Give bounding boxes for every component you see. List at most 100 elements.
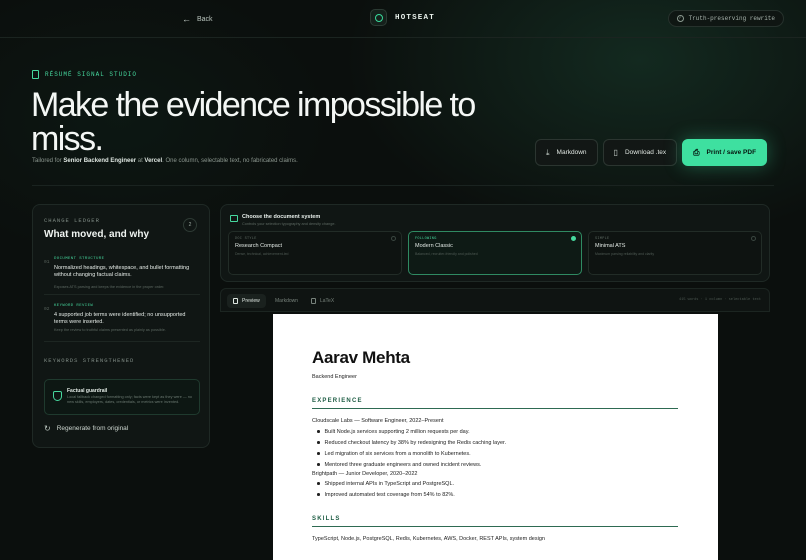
entry-text: 4 supported job terms were identified; n… bbox=[54, 312, 186, 325]
section-rule bbox=[312, 526, 678, 527]
arrow-left-icon: ← bbox=[182, 14, 191, 24]
printer-icon: ⎙ bbox=[693, 147, 700, 157]
option-kicker: FOLLOWING bbox=[415, 237, 437, 241]
option-kicker: SIMPLE bbox=[595, 237, 610, 241]
style-option-modern-classic[interactable]: FOLLOWING Modern Classic Balanced, recru… bbox=[408, 231, 582, 275]
document-icon bbox=[32, 70, 39, 79]
truth-badge: ✓ Truth-preserving rewrite bbox=[667, 10, 784, 27]
tab-preview[interactable]: Preview bbox=[227, 294, 266, 308]
list-item: Improved automated test coverage from 54… bbox=[312, 489, 455, 500]
subtitle-suffix: . One column, selectable text, no fabric… bbox=[162, 158, 298, 164]
option-kicker: DOC STYLE bbox=[235, 237, 257, 241]
resume-title: Backend Engineer bbox=[312, 374, 357, 380]
list-item: Built Node.js services supporting 2 mill… bbox=[312, 426, 506, 437]
document-system-title: Choose the document system bbox=[242, 214, 321, 220]
job-bullets: Built Node.js services supporting 2 mill… bbox=[312, 426, 507, 470]
skills-heading: SKILLS bbox=[312, 516, 341, 522]
change-ledger-panel: CHANGE LEDGER What moved, and why 2 01 D… bbox=[32, 204, 210, 448]
skills-list: TypeScript, Node.js, PostgreSQL, Redis, … bbox=[312, 536, 545, 542]
print-pdf-button[interactable]: ⎙ Print / save PDF bbox=[682, 139, 768, 166]
section-divider bbox=[32, 185, 774, 186]
target-company: Vercel bbox=[144, 158, 163, 164]
tab-latex-label: LaTeX bbox=[320, 298, 335, 304]
top-bar: ← Back HOTSEAT ✓ Truth-preserving rewrit… bbox=[0, 0, 806, 38]
resume-preview: Aarav Mehta Backend Engineer EXPERIENCE … bbox=[273, 314, 718, 560]
entry-note: Keep the review to truthful claims prese… bbox=[54, 328, 166, 332]
regenerate-button[interactable]: ↻ Regenerate from original bbox=[44, 424, 128, 433]
entry-text: Normalized headings, whitespace, and bul… bbox=[54, 265, 190, 278]
check-circle-icon: ✓ bbox=[676, 15, 684, 22]
option-description: Balanced, recruiter-friendly and polishe… bbox=[415, 252, 478, 256]
back-button[interactable]: ← Back bbox=[182, 11, 213, 27]
resume-name: Aarav Mehta bbox=[312, 348, 410, 367]
brand-logo-icon bbox=[370, 9, 387, 26]
download-icon: ⤓ bbox=[546, 147, 550, 157]
entry-divider bbox=[44, 341, 200, 342]
entry-number: 01 bbox=[44, 260, 50, 265]
back-label: Back bbox=[197, 15, 213, 23]
radio-indicator bbox=[751, 236, 756, 241]
tab-markdown-label: Markdown bbox=[275, 298, 299, 304]
entry-tag: DOCUMENT STRUCTURE bbox=[54, 257, 105, 261]
guardrail-text: Local fallback changed formatting only; … bbox=[67, 395, 192, 404]
file-icon: ▯ bbox=[613, 148, 618, 157]
brand-name: HOTSEAT bbox=[395, 13, 435, 22]
list-item: Led migration of six services from a mon… bbox=[312, 448, 506, 459]
page-title: Make the evidence impossible to miss. bbox=[31, 86, 476, 158]
document-system-subtitle: Controls your selection typography and d… bbox=[242, 222, 336, 226]
style-option-minimal-ats[interactable]: SIMPLE Minimal ATS Maximum parsing relia… bbox=[588, 231, 762, 275]
section-rule bbox=[312, 408, 678, 409]
brand[interactable]: HOTSEAT bbox=[370, 9, 435, 26]
page-subtitle: Tailored for Senior Backend Engineer at … bbox=[32, 158, 298, 164]
entry-note: Exposes ATS parsing and keeps the eviden… bbox=[54, 285, 165, 289]
ledger-label: CHANGE LEDGER bbox=[44, 217, 100, 224]
option-description: Maximum parsing reliability and clarity bbox=[595, 252, 655, 256]
target-role: Senior Backend Engineer bbox=[63, 158, 137, 164]
option-name: Modern Classic bbox=[415, 243, 453, 249]
file-icon bbox=[311, 298, 316, 304]
change-count-badge: 2 bbox=[183, 218, 197, 232]
print-pdf-label: Print / save PDF bbox=[706, 149, 757, 156]
tab-latex[interactable]: LaTeX bbox=[305, 294, 340, 308]
job-bullets: Shipped internal APIs in TypeScript and … bbox=[312, 478, 455, 500]
document-system-panel: Choose the document system Controls your… bbox=[220, 204, 770, 282]
layout-icon bbox=[230, 215, 238, 222]
job-heading: Cloudscale Labs — Software Engineer, 202… bbox=[312, 418, 444, 424]
markdown-label: Markdown bbox=[556, 149, 587, 156]
factual-guardrail-card: Factual guardrail Local fallback changed… bbox=[44, 379, 200, 415]
subtitle-at: at bbox=[137, 158, 143, 164]
document-meta: 415 words · 1 column · selectable text bbox=[679, 298, 761, 302]
tab-markdown[interactable]: Markdown bbox=[269, 294, 304, 308]
shield-check-icon bbox=[53, 391, 62, 401]
markdown-button[interactable]: ⤓ Markdown bbox=[535, 139, 598, 166]
refresh-icon: ↻ bbox=[44, 424, 51, 433]
option-description: Dense, technical, achievement-led bbox=[235, 252, 289, 256]
entry-number: 02 bbox=[44, 307, 50, 312]
radio-indicator bbox=[391, 236, 396, 241]
entry-tag: KEYWORD REVIEW bbox=[54, 304, 94, 308]
subtitle-prefix: Tailored for bbox=[32, 158, 62, 164]
list-item: Mentored three graduate engineers and ow… bbox=[312, 459, 506, 470]
preview-tabs: Preview Markdown LaTeX 415 words · 1 col… bbox=[220, 288, 770, 312]
regenerate-label: Regenerate from original bbox=[56, 425, 129, 432]
option-name: Minimal ATS bbox=[595, 243, 626, 249]
eyebrow-label: RÉSUMÉ SIGNAL STUDIO bbox=[45, 71, 138, 78]
download-tex-button[interactable]: ▯ Download .tex bbox=[602, 139, 678, 166]
eyebrow: RÉSUMÉ SIGNAL STUDIO bbox=[32, 70, 137, 79]
experience-heading: EXPERIENCE bbox=[312, 398, 363, 404]
style-option-research-compact[interactable]: DOC STYLE Research Compact Dense, techni… bbox=[228, 231, 402, 275]
option-name: Research Compact bbox=[235, 243, 283, 249]
ledger-title: What moved, and why bbox=[44, 229, 150, 240]
entry-divider bbox=[44, 294, 200, 295]
truth-badge-label: Truth-preserving rewrite bbox=[688, 15, 775, 22]
job-heading: Brightpath — Junior Developer, 2020–2022 bbox=[312, 471, 418, 477]
list-item: Reduced checkout latency by 38% by redes… bbox=[312, 437, 507, 448]
tab-preview-label: Preview bbox=[242, 298, 260, 304]
list-item: Shipped internal APIs in TypeScript and … bbox=[312, 478, 455, 489]
keywords-heading: KEYWORDS STRENGTHENED bbox=[44, 357, 135, 364]
radio-indicator-selected bbox=[571, 236, 576, 241]
guardrail-title: Factual guardrail bbox=[67, 388, 108, 394]
download-tex-label: Download .tex bbox=[624, 149, 667, 156]
file-icon bbox=[233, 298, 238, 304]
export-actions: ⤓ Markdown ▯ Download .tex ⎙ Print / sav… bbox=[535, 139, 768, 166]
